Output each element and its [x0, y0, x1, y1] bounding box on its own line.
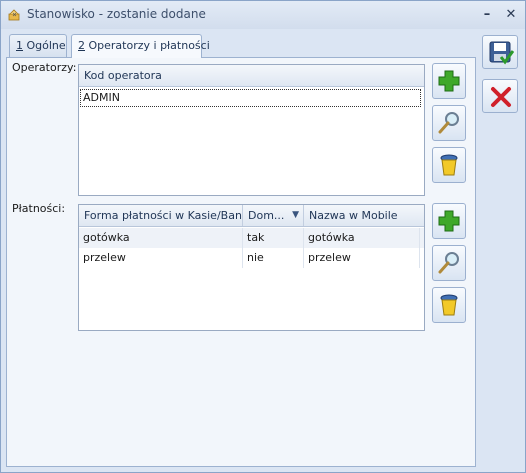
cell-payment-form: przelew: [79, 248, 243, 268]
cell-default: nie: [243, 248, 304, 268]
table-row[interactable]: gotówka tak gotówka: [79, 228, 424, 248]
tab-operators-payments-mnemonic: 2: [78, 39, 85, 52]
trash-icon: [440, 294, 458, 316]
column-header-default-label: Dom...: [248, 209, 285, 222]
magnifier-icon: [438, 112, 459, 134]
tab-operators-payments-label: Operatorzy i płatności: [85, 39, 210, 52]
delete-operator-button[interactable]: [432, 147, 466, 183]
payments-grid-header: Forma płatności w Kasie/Banku Dom... ▼ N…: [79, 205, 424, 227]
add-operator-button[interactable]: [432, 63, 466, 99]
cell-operator-code: ADMIN: [79, 88, 422, 108]
tab-general-mnemonic: 1: [16, 39, 23, 52]
tab-operators-payments[interactable]: 2 Operatorzy i płatności: [71, 34, 210, 58]
operators-grid[interactable]: Kod operatora ADMIN: [78, 64, 425, 196]
cell-mobile-name: gotówka: [304, 228, 420, 248]
column-header-default[interactable]: Dom... ▼: [243, 205, 304, 226]
column-header-payment-form[interactable]: Forma płatności w Kasie/Banku: [79, 205, 243, 226]
table-row[interactable]: przelew nie przelew: [79, 248, 424, 268]
tab-general-label: Ogólne: [23, 39, 66, 52]
sort-desc-icon: ▼: [292, 210, 299, 220]
window-title: Stanowisko - zostanie dodane: [27, 7, 206, 21]
tab-panel: Operatorzy: Kod operatora ADMIN Płatnośc…: [6, 57, 476, 467]
add-icon: [438, 210, 460, 232]
cancel-icon: [491, 87, 511, 107]
delete-payment-button[interactable]: [432, 287, 466, 323]
edit-operator-button[interactable]: [432, 105, 466, 141]
tab-general[interactable]: 1 Ogólne: [9, 34, 67, 57]
cell-mobile-name: przelew: [304, 248, 420, 268]
dialog-window: Stanowisko - zostanie dodane – ✕ 1 Ogóln…: [0, 0, 526, 473]
cell-payment-form: gotówka: [79, 228, 243, 248]
payments-grid[interactable]: Forma płatności w Kasie/Banku Dom... ▼ N…: [78, 204, 425, 331]
column-header-mobile-name[interactable]: Nazwa w Mobile: [304, 205, 424, 226]
app-icon: [7, 8, 21, 22]
cancel-button[interactable]: [482, 79, 518, 113]
trash-icon: [440, 154, 458, 176]
add-payment-button[interactable]: [432, 203, 466, 239]
table-row[interactable]: ADMIN: [79, 88, 424, 108]
save-icon: [489, 41, 514, 65]
close-button[interactable]: ✕: [501, 5, 521, 25]
operators-label: Operatorzy:: [12, 61, 77, 74]
column-header-operator-code[interactable]: Kod operatora: [79, 65, 424, 86]
payments-label: Płatności:: [12, 202, 66, 215]
magnifier-icon: [438, 252, 459, 274]
save-button[interactable]: [482, 35, 518, 69]
cell-default: tak: [243, 228, 304, 248]
edit-payment-button[interactable]: [432, 245, 466, 281]
operators-grid-header: Kod operatora: [79, 65, 424, 87]
minimize-button[interactable]: –: [477, 5, 497, 25]
add-icon: [438, 70, 460, 92]
title-bar: Stanowisko - zostanie dodane – ✕: [1, 1, 525, 29]
